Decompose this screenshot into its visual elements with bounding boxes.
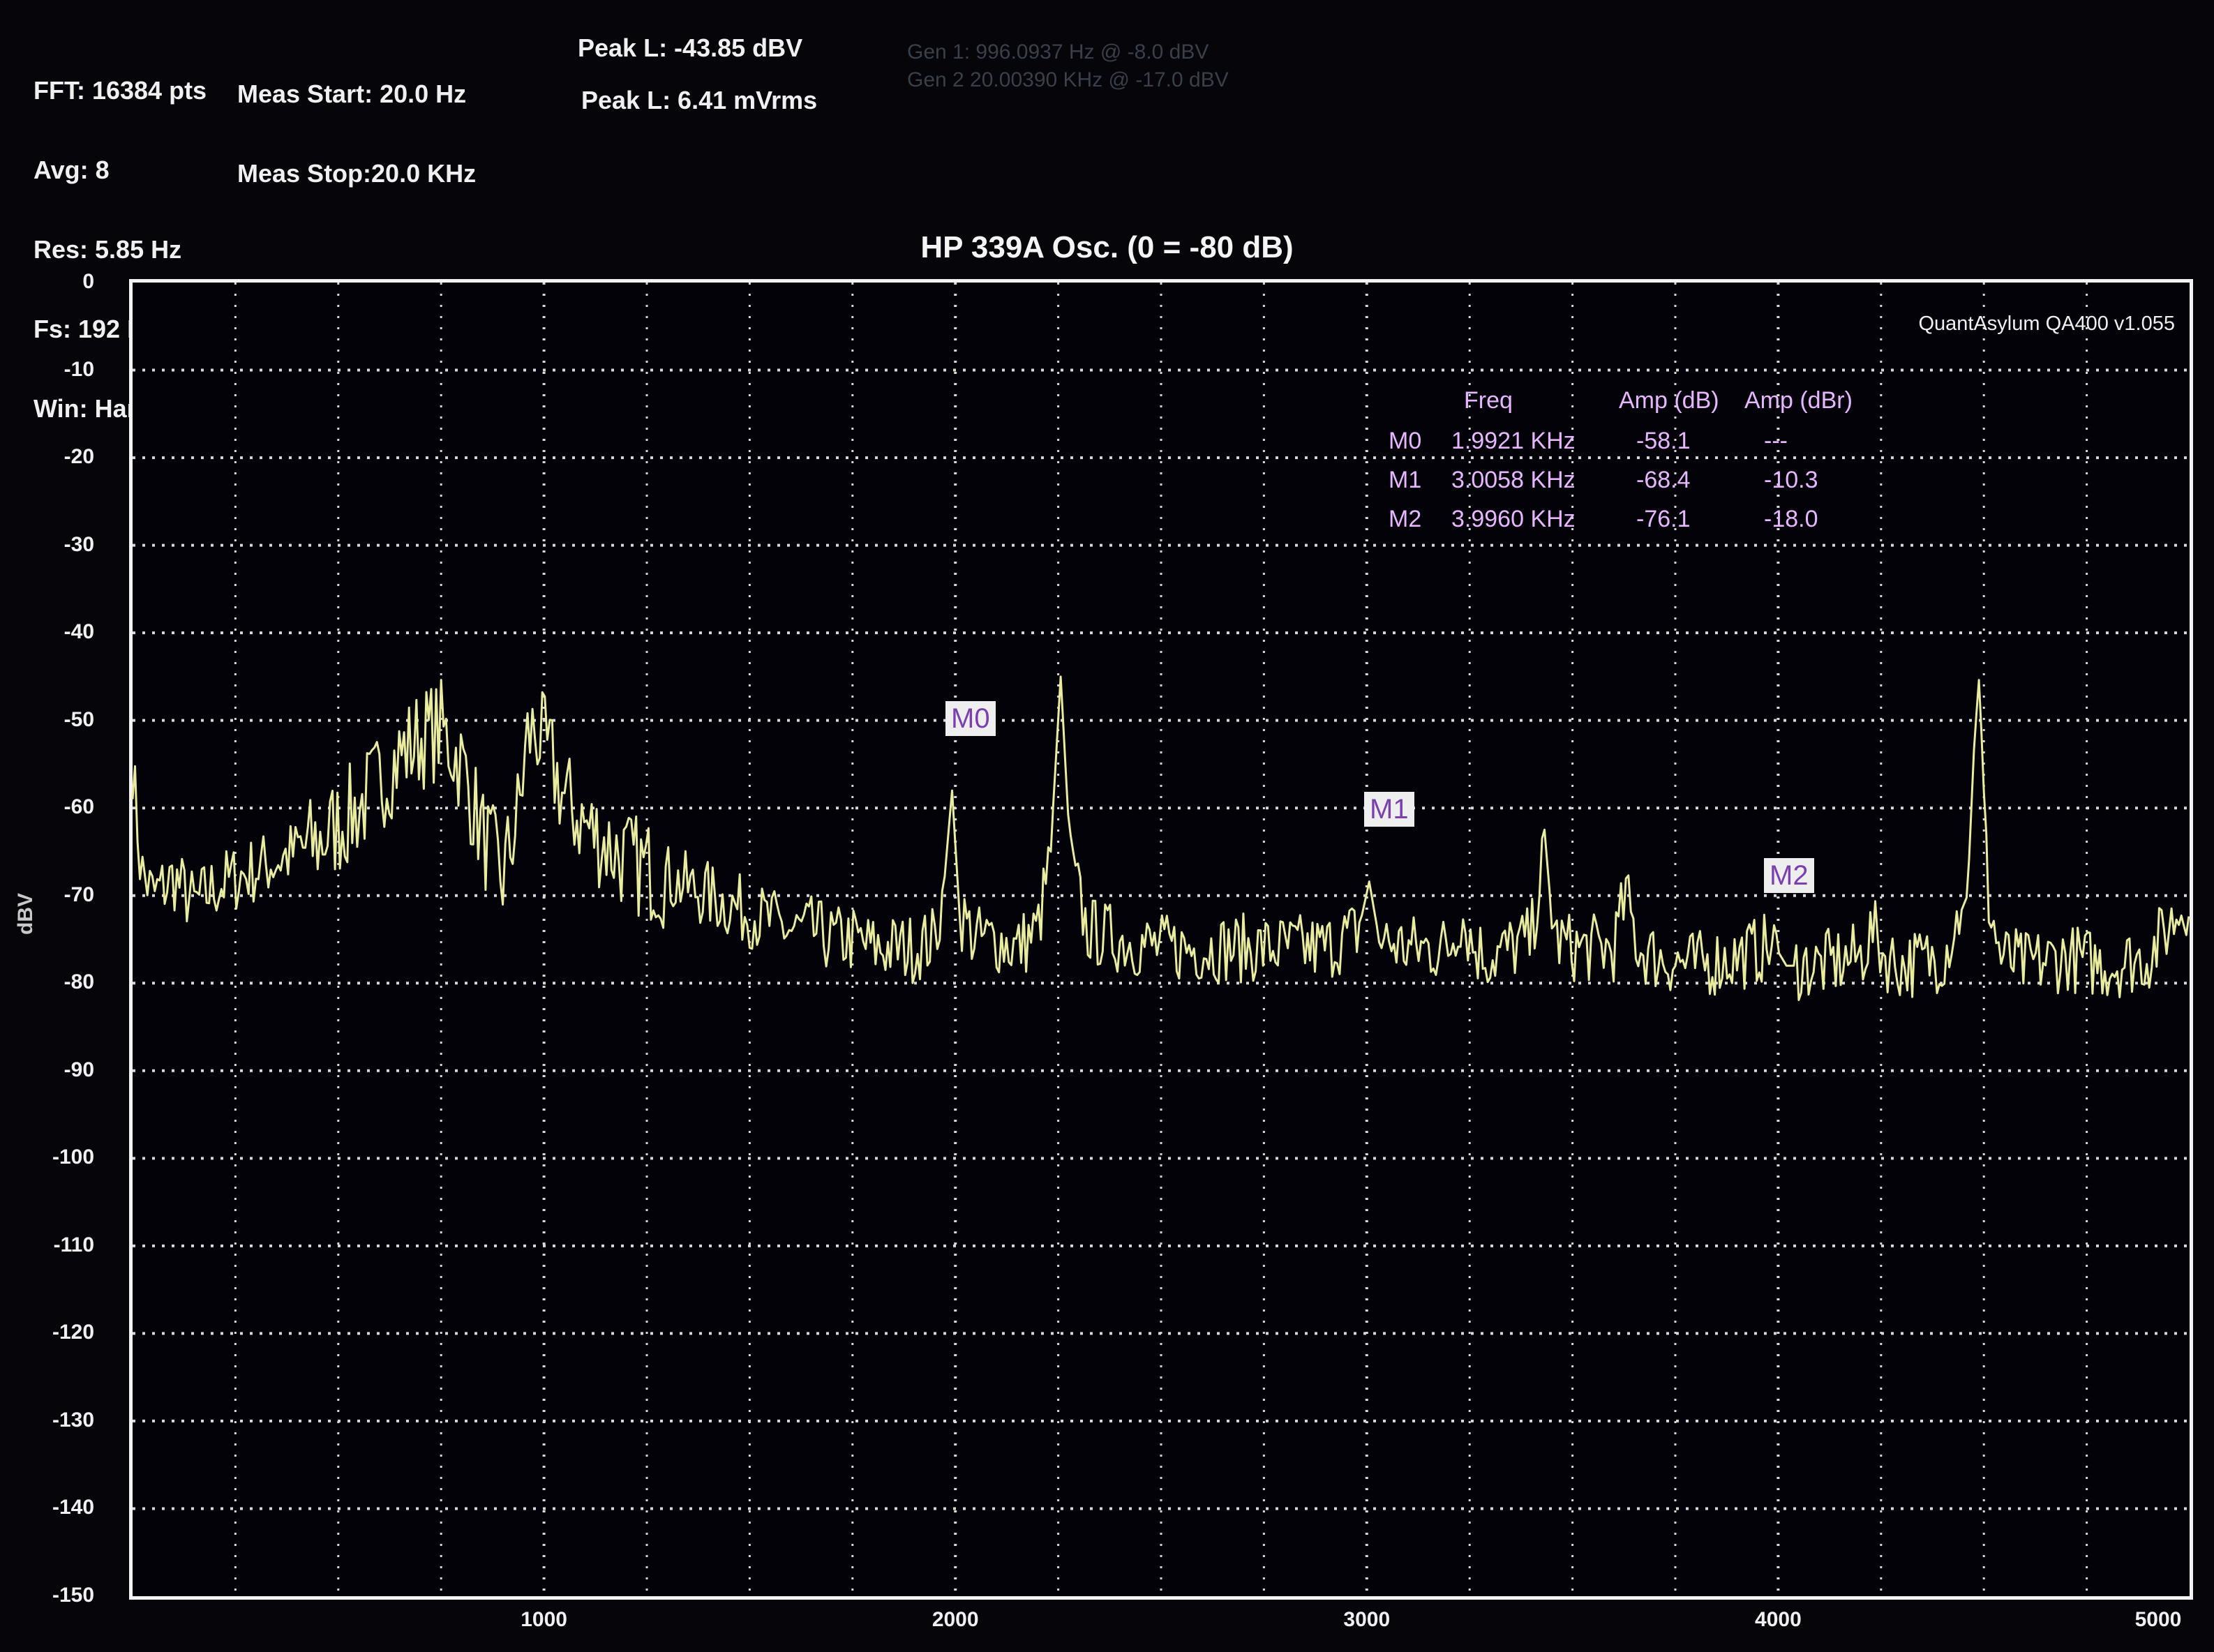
peak-dbv-text: Peak L: -43.85 dBV <box>578 33 803 62</box>
marker-freq: 3.0058 KHz <box>1451 467 1576 493</box>
x-tick-label: 3000 <box>1343 1608 1391 1631</box>
marker-freq: 1.9921 KHz <box>1451 428 1576 454</box>
meas-start-text: Meas Start: 20.0 Hz <box>237 80 467 108</box>
y-axis-label: dBV <box>14 893 37 935</box>
marker-amp: -68.4 <box>1636 467 1691 493</box>
y-tick-label: -10 <box>63 357 94 381</box>
chart-title: HP 339A Osc. (0 = -80 dB) <box>920 230 1294 264</box>
header-amp-db: Amp (dB) <box>1619 387 1719 414</box>
marker-name: M1 <box>1389 467 1422 493</box>
header-freq: Freq <box>1464 387 1513 414</box>
marker-ampr: -10.3 <box>1764 467 1818 493</box>
y-tick-label: -30 <box>63 532 94 556</box>
marker-ampr: -18.0 <box>1764 506 1818 532</box>
x-tick-label: 2000 <box>932 1608 979 1631</box>
gen1-text: Gen 1: 996.0937 Hz @ -8.0 dBV <box>907 40 1209 63</box>
marker-amp: -76.1 <box>1636 506 1691 532</box>
version-label: QuantAsylum QA400 v1.055 <box>1918 313 2175 335</box>
y-tick-label: -150 <box>52 1584 94 1607</box>
averages-text: Avg: 8 <box>33 156 110 184</box>
y-tick-label: -90 <box>63 1058 94 1081</box>
y-tick-label: -100 <box>52 1146 94 1169</box>
gen2-text: Gen 2 20.00390 KHz @ -17.0 dBV <box>907 68 1229 91</box>
marker-m0-label[interactable]: M0 <box>945 701 996 736</box>
peak-rms-text: Peak L: 6.41 mVrms <box>581 86 818 114</box>
spectrum-plot[interactable] <box>129 279 2193 1600</box>
y-tick-label: -40 <box>63 620 94 644</box>
marker-name: M2 <box>1389 506 1422 532</box>
y-tick-label: -110 <box>53 1233 94 1256</box>
fft-points-text: FFT: 16384 pts <box>33 76 207 105</box>
spectrum-trace <box>131 675 2190 1001</box>
y-tick-label: -140 <box>52 1496 94 1519</box>
y-tick-label: -120 <box>52 1321 94 1344</box>
generator-info: Gen 1: 996.0937 Hz @ -8.0 dBV Gen 2 20.0… <box>907 38 1229 94</box>
marker-m1-label[interactable]: M1 <box>1364 792 1414 827</box>
y-tick-label: -130 <box>52 1408 94 1432</box>
x-tick-label: 1000 <box>521 1608 567 1631</box>
marker-m2-label[interactable]: M2 <box>1764 858 1814 893</box>
y-tick-label: -20 <box>63 445 94 469</box>
measurement-range-block: Meas Start: 20.0 Hz Meas Stop:20.0 KHz <box>237 28 476 213</box>
marker-ampr: --- <box>1764 428 1788 454</box>
y-tick-label: 0 <box>82 270 94 293</box>
y-tick-label: -50 <box>63 707 94 731</box>
marker-name: M0 <box>1389 428 1422 454</box>
marker-amp: -58.1 <box>1636 428 1691 454</box>
meas-stop-text: Meas Stop:20.0 KHz <box>237 159 477 188</box>
x-tick-label: 4000 <box>1755 1608 1802 1631</box>
header-amp-dbr: Amp (dBr) <box>1744 387 1853 414</box>
y-tick-label: -80 <box>63 970 94 994</box>
marker-freq: 3.9960 KHz <box>1451 506 1576 532</box>
x-tick-label: 5000 <box>2134 1608 2182 1631</box>
y-tick-label: -60 <box>63 795 94 819</box>
